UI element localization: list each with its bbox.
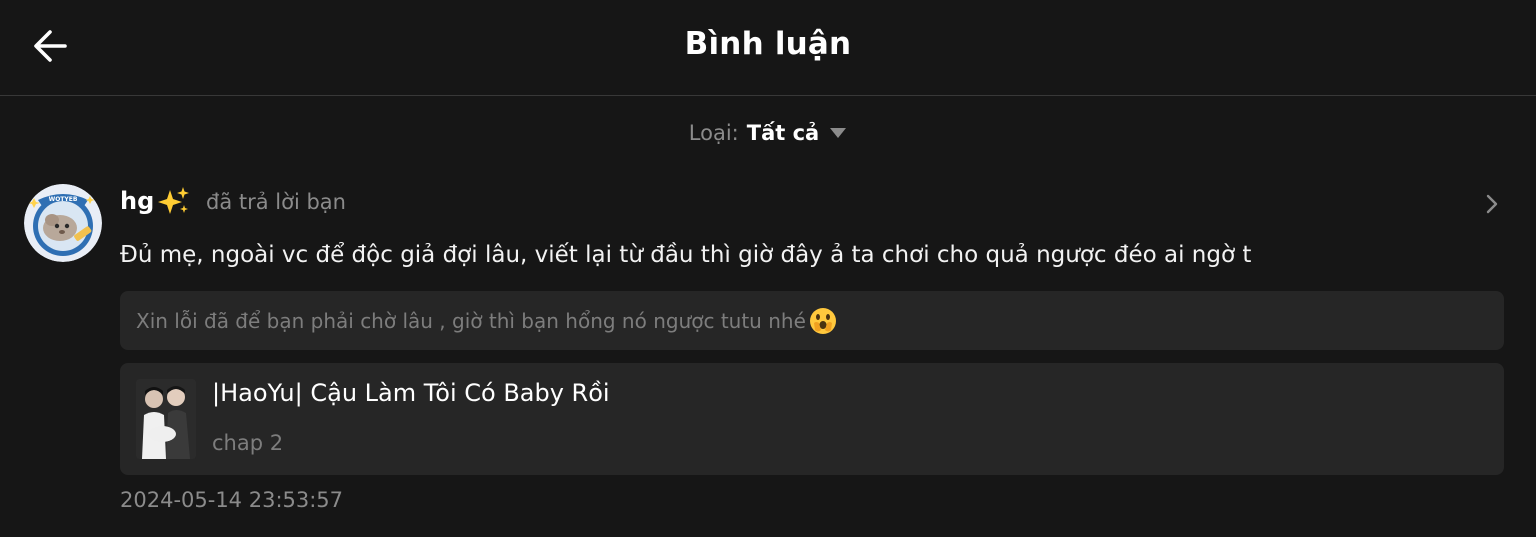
page-title: Bình luận <box>684 26 852 62</box>
sparkles-icon <box>158 186 190 216</box>
comment-text: Đủ mẹ, ngoài vc để độc giả đợi lâu, viết… <box>120 242 1252 268</box>
reply-quote[interactable]: Xin lỗi đã để bạn phải chờ lâu , giờ thì… <box>120 291 1504 350</box>
type-filter-dropdown[interactable]: Loại: Tất cả <box>0 118 1536 148</box>
timestamp: 2024-05-14 23:53:57 <box>120 488 344 512</box>
username-text: hg <box>120 187 155 215</box>
reply-text: Xin lỗi đã để bạn phải chờ lâu , giờ thì… <box>136 308 806 333</box>
story-card[interactable]: |HaoYu| Cậu Làm Tôi Có Baby Rồi chap 2 <box>120 363 1504 475</box>
caret-down-icon <box>829 127 847 139</box>
chevron-right-icon[interactable] <box>1478 190 1506 218</box>
svg-text:WOTYEB: WOTYEB <box>49 196 78 203</box>
hand-over-mouth-emoji-icon <box>808 306 838 336</box>
avatar[interactable]: WOTYEB <box>24 184 102 262</box>
notification-action: đã trả lời bạn <box>206 190 346 214</box>
filter-value: Tất cả <box>746 121 820 145</box>
username[interactable]: hg <box>120 186 190 216</box>
story-chapter: chap 2 <box>212 431 284 455</box>
top-bar: Bình luận <box>0 0 1536 96</box>
story-title: |HaoYu| Cậu Làm Tôi Có Baby Rồi <box>212 379 610 407</box>
story-cover-image <box>136 379 196 459</box>
filter-label: Loại: <box>688 121 739 145</box>
